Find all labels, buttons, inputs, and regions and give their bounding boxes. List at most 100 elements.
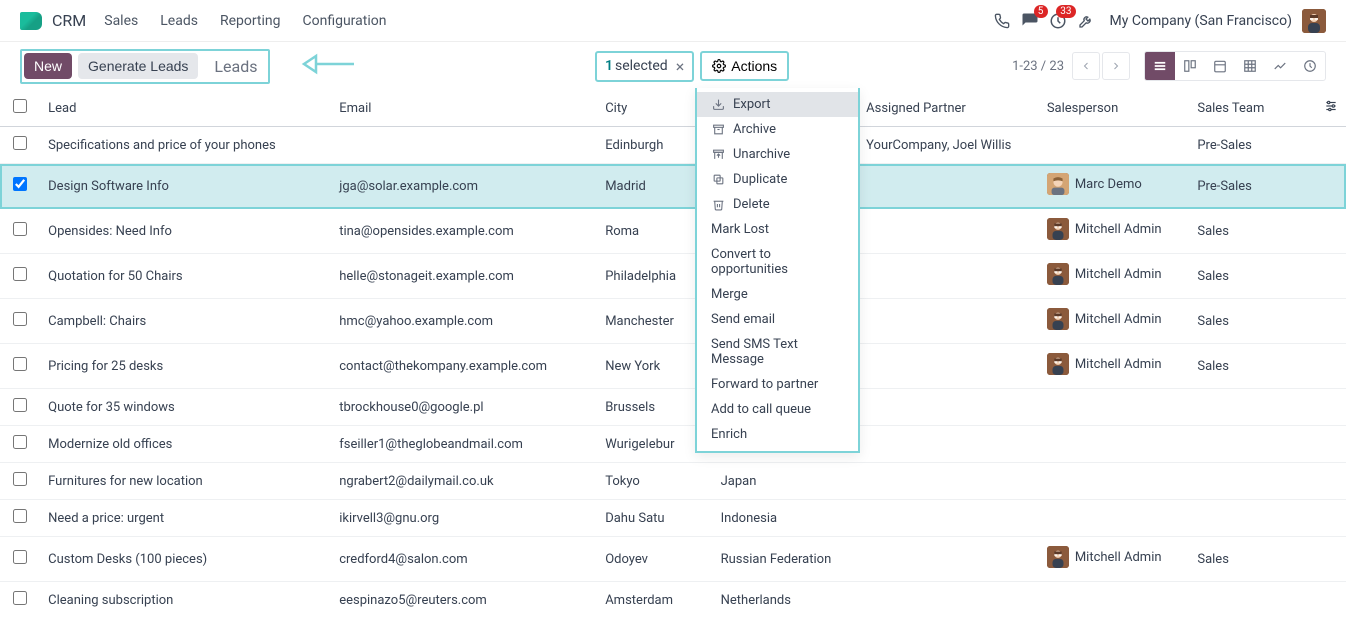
cell-team[interactable] — [1189, 426, 1309, 463]
view-list-icon[interactable] — [1145, 52, 1175, 80]
cell-salesperson[interactable]: Mitchell Admin — [1039, 254, 1190, 299]
cell-team[interactable]: Sales — [1189, 254, 1309, 299]
nav-reporting[interactable]: Reporting — [220, 13, 281, 29]
new-button[interactable]: New — [24, 53, 72, 79]
cell-city[interactable]: Amsterdam — [597, 582, 712, 619]
activities-icon[interactable]: 33 — [1044, 7, 1072, 35]
cell-city[interactable]: Dahu Satu — [597, 500, 712, 537]
dropdown-item-duplicate[interactable]: Duplicate — [697, 167, 858, 192]
cell-city[interactable]: Odoyev — [597, 537, 712, 582]
cell-country[interactable]: Indonesia — [713, 500, 859, 537]
tools-icon[interactable] — [1072, 7, 1100, 35]
pager-next[interactable] — [1102, 52, 1130, 80]
cell-partner[interactable] — [858, 299, 1039, 344]
cell-lead[interactable]: Cleaning subscription — [40, 582, 331, 619]
nav-configuration[interactable]: Configuration — [303, 13, 387, 29]
cell-email[interactable]: ngrabert2@dailymail.co.uk — [331, 463, 597, 500]
cell-partner[interactable] — [858, 209, 1039, 254]
dropdown-item-archive[interactable]: Archive — [697, 117, 858, 142]
dropdown-item-send-email[interactable]: Send email — [697, 307, 858, 332]
cell-salesperson[interactable]: Mitchell Admin — [1039, 299, 1190, 344]
table-row[interactable]: Cleaning subscriptioneespinazo5@reuters.… — [0, 582, 1346, 619]
table-row[interactable]: Quotation for 50 Chairshelle@stonageit.e… — [0, 254, 1346, 299]
table-row[interactable]: Pricing for 25 deskscontact@thekompany.e… — [0, 344, 1346, 389]
cell-email[interactable]: credford4@salon.com — [331, 537, 597, 582]
cell-salesperson[interactable] — [1039, 463, 1190, 500]
nav-sales[interactable]: Sales — [104, 13, 138, 29]
phone-icon[interactable] — [988, 7, 1016, 35]
cell-lead[interactable]: Specifications and price of your phones — [40, 127, 331, 164]
clear-selection-icon[interactable]: × — [676, 57, 685, 76]
view-kanban-icon[interactable] — [1175, 52, 1205, 80]
cell-team[interactable]: Sales — [1189, 537, 1309, 582]
cell-partner[interactable] — [858, 254, 1039, 299]
cell-salesperson[interactable]: Mitchell Admin — [1039, 344, 1190, 389]
dropdown-item-mark-lost[interactable]: Mark Lost — [697, 217, 858, 242]
cell-salesperson[interactable] — [1039, 426, 1190, 463]
cell-salesperson[interactable]: Mitchell Admin — [1039, 537, 1190, 582]
dropdown-item-export[interactable]: Export — [697, 92, 858, 117]
cell-team[interactable] — [1189, 389, 1309, 426]
select-all-checkbox[interactable] — [13, 99, 27, 113]
cell-team[interactable]: Pre-Sales — [1189, 127, 1309, 164]
cell-team[interactable] — [1189, 500, 1309, 537]
col-options[interactable] — [1310, 90, 1346, 127]
pager-text[interactable]: 1-23 / 23 — [1012, 59, 1064, 74]
cell-city[interactable]: Tokyo — [597, 463, 712, 500]
row-checkbox[interactable] — [13, 267, 27, 281]
cell-team[interactable] — [1189, 582, 1309, 619]
cell-partner[interactable] — [858, 389, 1039, 426]
table-row[interactable]: Furnitures for new locationngrabert2@dai… — [0, 463, 1346, 500]
cell-partner[interactable] — [858, 582, 1039, 619]
row-checkbox[interactable] — [13, 550, 27, 564]
row-checkbox[interactable] — [13, 435, 27, 449]
cell-lead[interactable]: Need a price: urgent — [40, 500, 331, 537]
dropdown-item-enrich[interactable]: Enrich — [697, 422, 858, 447]
cell-partner[interactable] — [858, 537, 1039, 582]
cell-email[interactable]: eespinazo5@reuters.com — [331, 582, 597, 619]
cell-country[interactable]: Japan — [713, 463, 859, 500]
cell-lead[interactable]: Quotation for 50 Chairs — [40, 254, 331, 299]
cell-lead[interactable]: Pricing for 25 desks — [40, 344, 331, 389]
dropdown-item-add-to-call-queue[interactable]: Add to call queue — [697, 397, 858, 422]
user-avatar[interactable] — [1302, 9, 1326, 33]
cell-team[interactable]: Pre-Sales — [1189, 164, 1309, 209]
cell-team[interactable] — [1189, 463, 1309, 500]
brand-label[interactable]: CRM — [52, 11, 86, 30]
col-salesperson[interactable]: Salesperson — [1039, 90, 1190, 127]
dropdown-item-forward-to-partner[interactable]: Forward to partner — [697, 372, 858, 397]
table-row[interactable]: Custom Desks (100 pieces)credford4@salon… — [0, 537, 1346, 582]
cell-lead[interactable]: Custom Desks (100 pieces) — [40, 537, 331, 582]
table-row[interactable]: Modernize old officesfseiller1@theglobea… — [0, 426, 1346, 463]
dropdown-item-convert-to-opportunities[interactable]: Convert to opportunities — [697, 242, 858, 282]
dropdown-item-unarchive[interactable]: Unarchive — [697, 142, 858, 167]
cell-email[interactable]: helle@stonageit.example.com — [331, 254, 597, 299]
col-lead[interactable]: Lead — [40, 90, 331, 127]
row-checkbox[interactable] — [13, 472, 27, 486]
table-row[interactable]: Quote for 35 windowstbrockhouse0@google.… — [0, 389, 1346, 426]
row-checkbox[interactable] — [13, 398, 27, 412]
cell-email[interactable]: contact@thekompany.example.com — [331, 344, 597, 389]
cell-lead[interactable]: Opensides: Need Info — [40, 209, 331, 254]
dropdown-item-send-sms-text-message[interactable]: Send SMS Text Message — [697, 332, 858, 372]
cell-email[interactable]: tbrockhouse0@google.pl — [331, 389, 597, 426]
view-graph-icon[interactable] — [1265, 52, 1295, 80]
cell-email[interactable]: fseiller1@theglobeandmail.com — [331, 426, 597, 463]
cell-team[interactable]: Sales — [1189, 344, 1309, 389]
cell-country[interactable]: Netherlands — [713, 582, 859, 619]
row-checkbox[interactable] — [13, 357, 27, 371]
cell-email[interactable] — [331, 127, 597, 164]
cell-partner[interactable] — [858, 426, 1039, 463]
view-calendar-icon[interactable] — [1205, 52, 1235, 80]
cell-salesperson[interactable] — [1039, 582, 1190, 619]
col-email[interactable]: Email — [331, 90, 597, 127]
row-checkbox[interactable] — [13, 509, 27, 523]
cell-salesperson[interactable] — [1039, 389, 1190, 426]
cell-lead[interactable]: Modernize old offices — [40, 426, 331, 463]
dropdown-item-merge[interactable]: Merge — [697, 282, 858, 307]
cell-salesperson[interactable] — [1039, 127, 1190, 164]
row-checkbox[interactable] — [13, 591, 27, 605]
actions-button[interactable]: Actions — [700, 51, 789, 81]
row-checkbox[interactable] — [13, 312, 27, 326]
row-checkbox[interactable] — [13, 177, 27, 191]
